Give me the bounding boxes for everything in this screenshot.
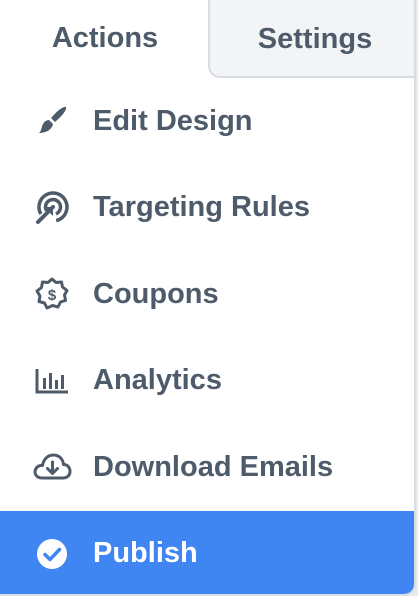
menu-item-label: Publish — [93, 537, 198, 570]
menu-item-download-emails[interactable]: Download Emails — [0, 424, 414, 511]
cloud-download-icon — [32, 447, 72, 487]
menu-item-label: Analytics — [93, 364, 222, 397]
menu-item-coupons[interactable]: $ Coupons — [0, 251, 414, 338]
menu-item-analytics[interactable]: Analytics — [0, 338, 414, 425]
bar-chart-icon — [32, 361, 72, 401]
menu-item-targeting-rules[interactable]: Targeting Rules — [0, 165, 414, 252]
menu-item-label: Coupons — [93, 277, 219, 310]
paintbrush-icon — [32, 101, 72, 141]
actions-menu: Edit Design Targeting Rules $ Coupons An… — [0, 78, 414, 594]
tab-settings-label: Settings — [257, 22, 373, 55]
menu-item-label: Targeting Rules — [93, 191, 310, 224]
tab-actions[interactable]: Actions — [0, 0, 210, 78]
check-circle-icon — [32, 534, 72, 574]
menu-item-label: Download Emails — [93, 450, 334, 483]
coupon-badge-icon: $ — [32, 274, 72, 314]
actions-dropdown-panel: Actions Settings Edit Design Targeting R… — [0, 0, 416, 596]
tab-actions-label: Actions — [51, 21, 159, 54]
menu-item-label: Edit Design — [93, 104, 253, 137]
svg-text:$: $ — [48, 287, 57, 304]
target-pointer-icon — [32, 188, 72, 228]
menu-item-publish[interactable]: Publish — [0, 510, 414, 594]
menu-item-edit-design[interactable]: Edit Design — [0, 78, 414, 165]
tab-settings[interactable]: Settings — [208, 0, 414, 78]
